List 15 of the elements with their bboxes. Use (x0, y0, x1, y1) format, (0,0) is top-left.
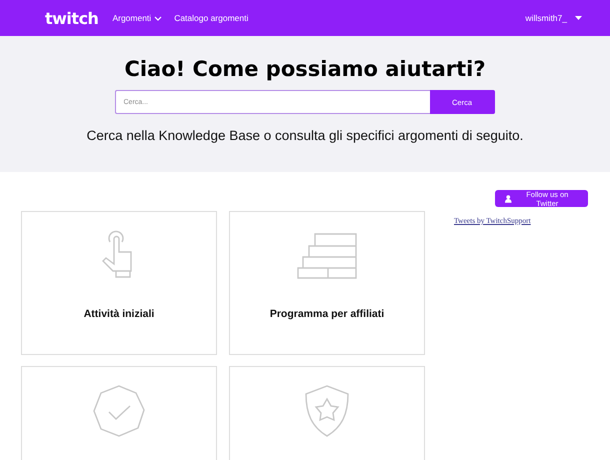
person-icon (505, 194, 512, 202)
logo[interactable]: twitch (45, 8, 98, 28)
card-title: Programma per affiliati (270, 308, 384, 320)
stairs-icon (297, 233, 357, 279)
card-title: Attività iniziali (84, 308, 154, 320)
nav-link[interactable]: Catalogo argomenti (174, 13, 248, 23)
shield-star-icon (305, 385, 349, 437)
topic-card[interactable]: Attività iniziali (21, 211, 217, 355)
caret-icon (575, 16, 582, 20)
page-heading: Ciao! Come possiamo aiutarti? (124, 57, 486, 81)
subtitle: Cerca nella Knowledge Base o consulta gli specifici argomenti di seguito. (86, 128, 524, 143)
topic-card[interactable]: Programma per affiliati (229, 211, 425, 355)
badge-check-icon (93, 385, 145, 437)
user-menu[interactable]: willsmith7_ (525, 13, 582, 23)
nav-link[interactable]: Argomenti (112, 13, 162, 23)
